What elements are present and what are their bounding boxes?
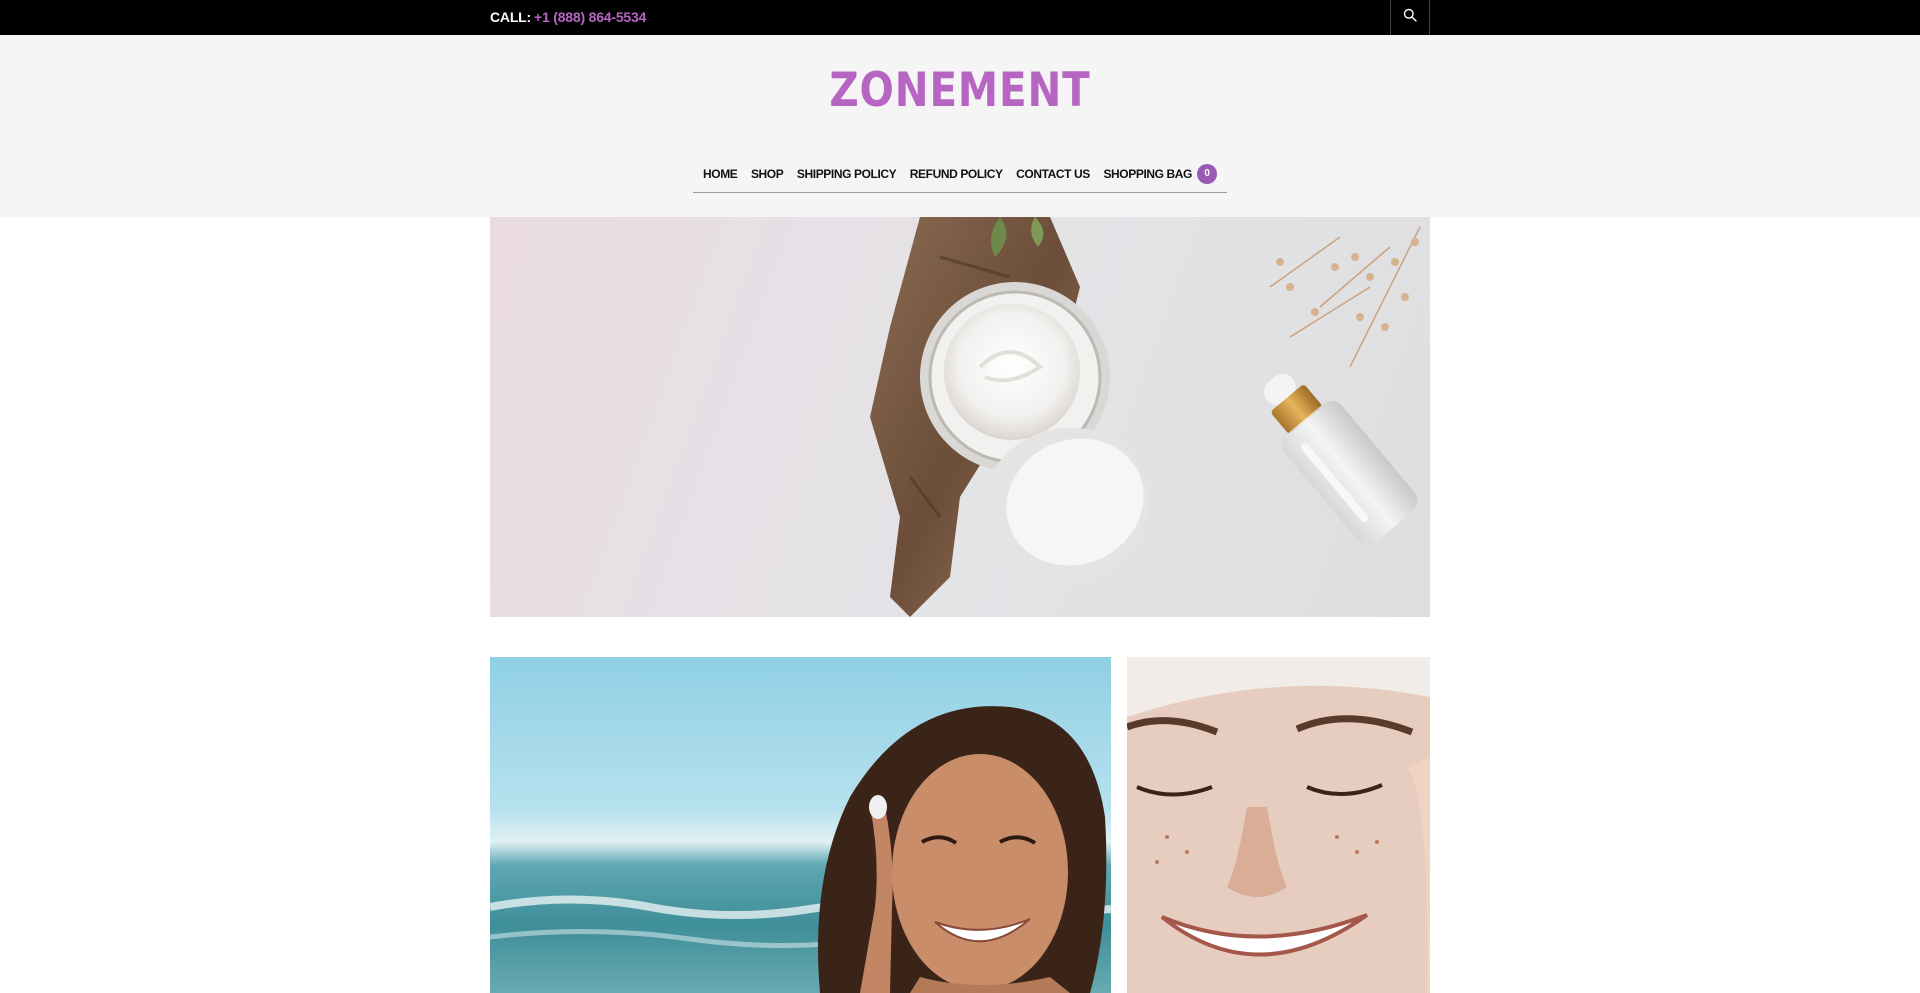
nav-shop[interactable]: SHOP [751, 167, 784, 181]
nav-shipping-policy[interactable]: SHIPPING POLICY [797, 167, 897, 181]
search-button[interactable] [1390, 0, 1430, 35]
bag-count-badge: 0 [1196, 163, 1217, 184]
smiling-model-image [1127, 657, 1430, 993]
shopping-bag-link[interactable]: SHOPPING BAG 0 [1103, 163, 1217, 184]
main-nav: HOME SHOP SHIPPING POLICY REFUND POLICY … [693, 155, 1227, 193]
beach-model-image [490, 657, 1111, 993]
nav-refund-policy[interactable]: REFUND POLICY [910, 167, 1003, 181]
site-header: ZONEMENT HOME SHOP SHIPPING POLICY REFUN… [0, 35, 1920, 217]
nav-home[interactable]: HOME [703, 167, 738, 181]
nav-contact-us[interactable]: CONTACT US [1016, 167, 1090, 181]
hero-illustration [870, 217, 1421, 617]
shopping-bag-label: SHOPPING BAG [1103, 166, 1192, 181]
call-info: CALL: +1 (888) 864-5534 [490, 0, 646, 35]
search-icon [1403, 8, 1417, 27]
phone-link[interactable]: +1 (888) 864-5534 [534, 9, 646, 25]
brand-logo[interactable]: ZONEMENT [134, 63, 1785, 118]
beach-model-illustration [490, 706, 1111, 993]
hero-image [490, 217, 1430, 617]
call-label: CALL: [490, 9, 531, 25]
smiling-model-illustration [1127, 657, 1430, 993]
top-bar: CALL: +1 (888) 864-5534 [0, 0, 1920, 35]
